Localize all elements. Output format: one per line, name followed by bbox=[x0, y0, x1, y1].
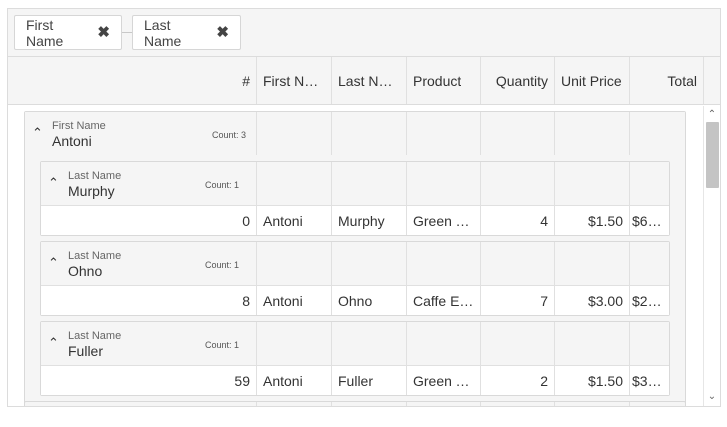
group-field-label: Last Name bbox=[68, 170, 122, 182]
grid-body: ⌃ First Name Antoni Count: 3 ⌃ Last Name… bbox=[8, 106, 703, 406]
column-header-index[interactable]: # bbox=[8, 57, 256, 104]
cell-unit-price: $1.50 bbox=[554, 206, 629, 235]
group-field-label: Last Name bbox=[68, 250, 122, 262]
group-column-divider bbox=[256, 162, 257, 205]
group-column-divider bbox=[331, 242, 332, 285]
group-value: Ohno bbox=[68, 263, 103, 279]
cell-last-name: Ohno bbox=[331, 286, 406, 315]
cell-last-name: Murphy bbox=[331, 206, 406, 235]
group-count: Count: 1 bbox=[205, 180, 240, 190]
column-header-total[interactable]: Total bbox=[629, 57, 703, 104]
group-value: Fuller bbox=[68, 343, 104, 359]
chevron-up-icon[interactable]: ⌃ bbox=[48, 335, 59, 351]
group-column-divider bbox=[406, 402, 407, 406]
group-column-divider bbox=[331, 162, 332, 205]
scroll-down-icon[interactable]: ⌄ bbox=[704, 390, 720, 404]
group-column-divider bbox=[406, 112, 407, 155]
group-field-label: Last Name bbox=[68, 330, 122, 342]
group-panel-next bbox=[24, 401, 686, 406]
table-row[interactable]: 8 Antoni Ohno Caffe E… 7 $3.00 $2… bbox=[41, 285, 669, 315]
cell-total: $6… bbox=[629, 206, 669, 235]
cell-total: $2… bbox=[629, 286, 669, 315]
group-column-divider bbox=[629, 162, 630, 205]
cell-index: 8 bbox=[242, 292, 250, 309]
table-row[interactable]: 0 Antoni Murphy Green Tea 4 $1.50 $6… bbox=[41, 205, 669, 235]
cell-product: Green Tea bbox=[406, 206, 480, 235]
column-header-quantity[interactable]: Quantity bbox=[480, 57, 554, 104]
group-column-divider bbox=[406, 322, 407, 365]
column-header-unit-price[interactable]: Unit Price bbox=[554, 57, 629, 104]
group-value: Murphy bbox=[68, 183, 115, 199]
cell-index: 0 bbox=[242, 212, 250, 229]
cell-first-name: Antoni bbox=[256, 366, 331, 395]
group-column-divider bbox=[480, 322, 481, 365]
data-grid: First Name ✖ Last Name ✖ # First Na… Las… bbox=[7, 8, 721, 407]
cell-product: Green Tea bbox=[406, 366, 480, 395]
group-column-divider bbox=[480, 162, 481, 205]
column-header-product[interactable]: Product bbox=[406, 57, 480, 104]
chevron-up-icon[interactable]: ⌃ bbox=[48, 255, 59, 271]
group-count: Count: 1 bbox=[205, 260, 240, 270]
group-column-divider bbox=[256, 322, 257, 365]
group-column-divider bbox=[406, 242, 407, 285]
group-chip-first-name[interactable]: First Name ✖ bbox=[14, 15, 122, 50]
cell-quantity: 7 bbox=[480, 286, 554, 315]
group-chip-label: Last Name bbox=[144, 16, 182, 49]
close-icon[interactable]: ✖ bbox=[97, 25, 110, 40]
column-header-row: # First Na… Last Na… Product Quantity Un… bbox=[8, 57, 703, 105]
group-column-divider bbox=[331, 112, 332, 155]
group-column-divider bbox=[406, 162, 407, 205]
cell-unit-price: $3.00 bbox=[554, 286, 629, 315]
group-column-divider bbox=[480, 242, 481, 285]
group-column-divider bbox=[629, 402, 630, 406]
group-header-last-name[interactable]: ⌃ Last Name Fuller Count: 1 bbox=[41, 322, 669, 365]
group-column-divider bbox=[480, 112, 481, 155]
cell-last-name: Fuller bbox=[331, 366, 406, 395]
cell-quantity: 2 bbox=[480, 366, 554, 395]
cell-quantity: 4 bbox=[480, 206, 554, 235]
cell-index: 59 bbox=[234, 372, 250, 389]
group-column-divider bbox=[256, 402, 257, 406]
group-column-divider bbox=[629, 112, 630, 155]
group-column-divider bbox=[554, 322, 555, 365]
group-header-last-name[interactable]: ⌃ Last Name Murphy Count: 1 bbox=[41, 162, 669, 205]
cell-unit-price: $1.50 bbox=[554, 366, 629, 395]
group-field-label: First Name bbox=[52, 120, 106, 132]
column-header-first-name[interactable]: First Na… bbox=[256, 57, 331, 104]
cell-product: Caffe E… bbox=[406, 286, 480, 315]
group-column-divider bbox=[554, 112, 555, 155]
group-header-last-name[interactable]: ⌃ Last Name Ohno Count: 1 bbox=[41, 242, 669, 285]
group-column-divider bbox=[331, 402, 332, 406]
group-column-divider bbox=[256, 242, 257, 285]
cell-total: $3… bbox=[629, 366, 669, 395]
scroll-up-icon[interactable]: ⌃ bbox=[704, 108, 720, 122]
group-column-divider bbox=[480, 402, 481, 406]
group-count: Count: 1 bbox=[205, 340, 240, 350]
chevron-up-icon[interactable]: ⌃ bbox=[32, 125, 43, 141]
group-value: Antoni bbox=[52, 133, 92, 149]
close-icon[interactable]: ✖ bbox=[216, 25, 229, 40]
group-column-divider bbox=[256, 112, 257, 155]
group-column-divider bbox=[554, 402, 555, 406]
group-count: Count: 3 bbox=[212, 130, 247, 140]
table-row[interactable]: 59 Antoni Fuller Green Tea 2 $1.50 $3… bbox=[41, 365, 669, 395]
column-header-last-name[interactable]: Last Na… bbox=[331, 57, 406, 104]
group-header-first-name[interactable]: ⌃ First Name Antoni Count: 3 bbox=[25, 112, 685, 155]
cell-first-name: Antoni bbox=[256, 206, 331, 235]
group-column-divider bbox=[629, 322, 630, 365]
cell-first-name: Antoni bbox=[256, 286, 331, 315]
group-chip-label: First Name bbox=[26, 16, 64, 49]
vertical-scrollbar[interactable]: ⌃ ⌄ bbox=[703, 106, 720, 406]
header-corner bbox=[703, 57, 720, 105]
group-chip-last-name[interactable]: Last Name ✖ bbox=[132, 15, 241, 50]
chevron-up-icon[interactable]: ⌃ bbox=[48, 175, 59, 191]
scrollbar-thumb[interactable] bbox=[706, 122, 719, 188]
group-column-divider bbox=[554, 242, 555, 285]
group-column-divider bbox=[331, 322, 332, 365]
group-by-panel: First Name ✖ Last Name ✖ bbox=[8, 9, 720, 57]
group-column-divider bbox=[554, 162, 555, 205]
group-column-divider bbox=[629, 242, 630, 285]
